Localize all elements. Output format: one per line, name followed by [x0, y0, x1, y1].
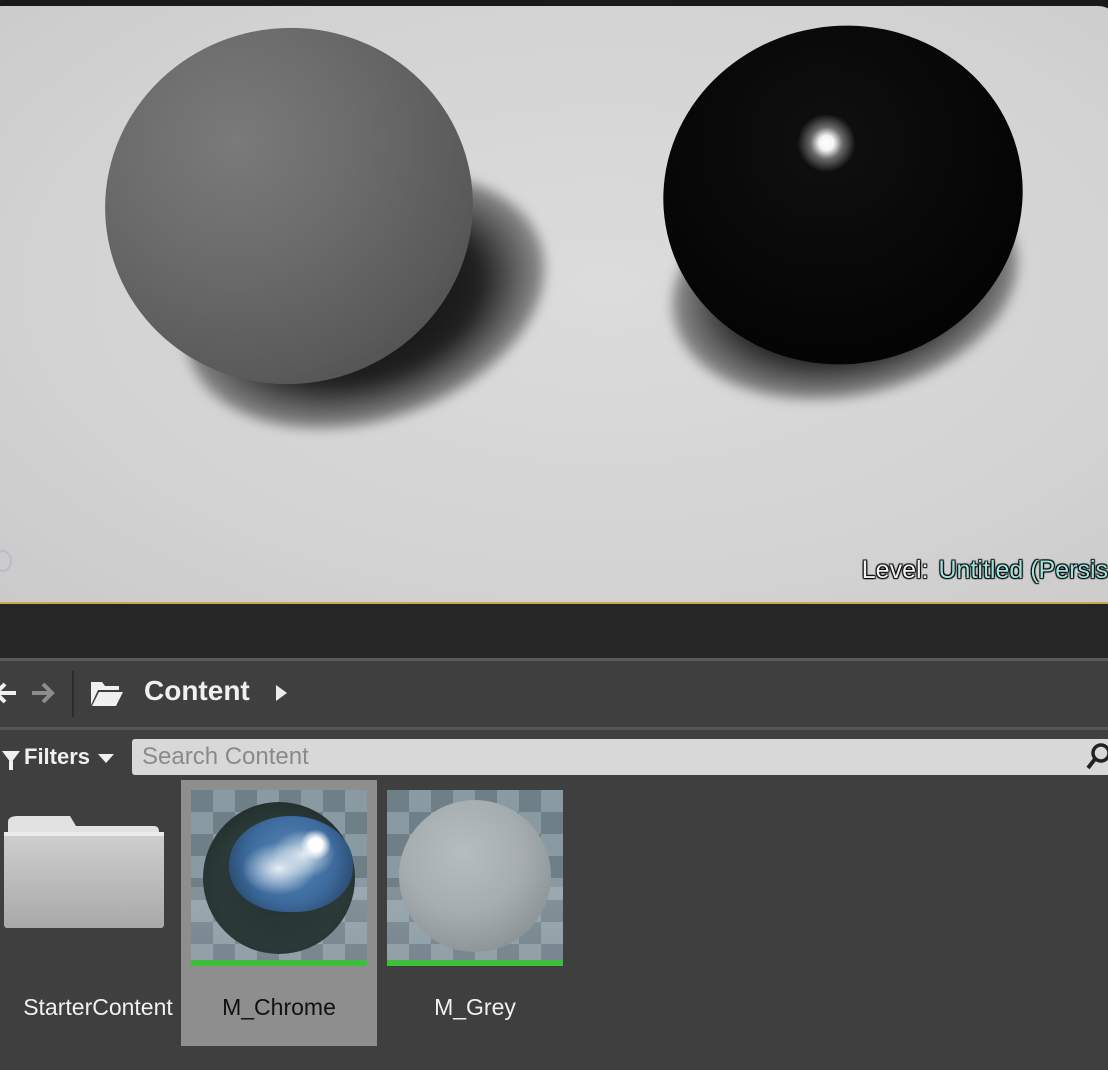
folder-icon: [4, 816, 164, 928]
viewport-scene[interactable]: [0, 0, 1108, 602]
asset-tile-starter-content[interactable]: StarterContent: [0, 780, 196, 1046]
asset-label: StarterContent: [23, 994, 173, 1020]
filters-button[interactable]: Filters: [2, 740, 115, 774]
material-thumbnail: [191, 790, 367, 966]
level-indicator: Level: Untitled (Persis: [862, 556, 1108, 585]
material-type-bar: [191, 960, 367, 966]
material-type-bar: [387, 960, 563, 966]
asset-tile-m-chrome[interactable]: M_Chrome: [181, 780, 377, 1046]
back-arrow-icon: [0, 682, 16, 704]
search-input[interactable]: [132, 739, 1108, 775]
search-icon[interactable]: [1086, 742, 1108, 772]
chevron-right-icon[interactable]: [276, 685, 287, 701]
asset-label: M_Grey: [434, 994, 516, 1020]
folder-open-icon: [91, 682, 123, 706]
divider: [0, 727, 1108, 730]
back-button[interactable]: [0, 675, 22, 711]
material-thumbnail: [387, 790, 563, 966]
content-browser-tab-strip: [0, 604, 1108, 658]
filters-label: Filters: [24, 744, 91, 769]
forward-arrow-icon: [32, 682, 55, 704]
level-label: Level:: [861, 556, 929, 584]
grey-sphere-preview: [399, 800, 551, 952]
nav-divider: [72, 671, 74, 717]
breadcrumb-content[interactable]: Content: [144, 675, 250, 707]
content-browser-nav-bar: Content: [0, 661, 1108, 727]
asset-label: M_Chrome: [222, 994, 336, 1020]
level-name: Untitled (Persis: [938, 556, 1108, 584]
sky-reflection: [229, 816, 353, 912]
level-viewport[interactable]: Level: Untitled (Persis: [0, 0, 1108, 602]
chrome-sphere-preview: [203, 802, 355, 954]
asset-tile-m-grey[interactable]: M_Grey: [377, 780, 573, 1046]
chevron-down-icon: [98, 754, 115, 763]
filter-icon: [2, 751, 20, 770]
forward-button[interactable]: [26, 675, 60, 711]
